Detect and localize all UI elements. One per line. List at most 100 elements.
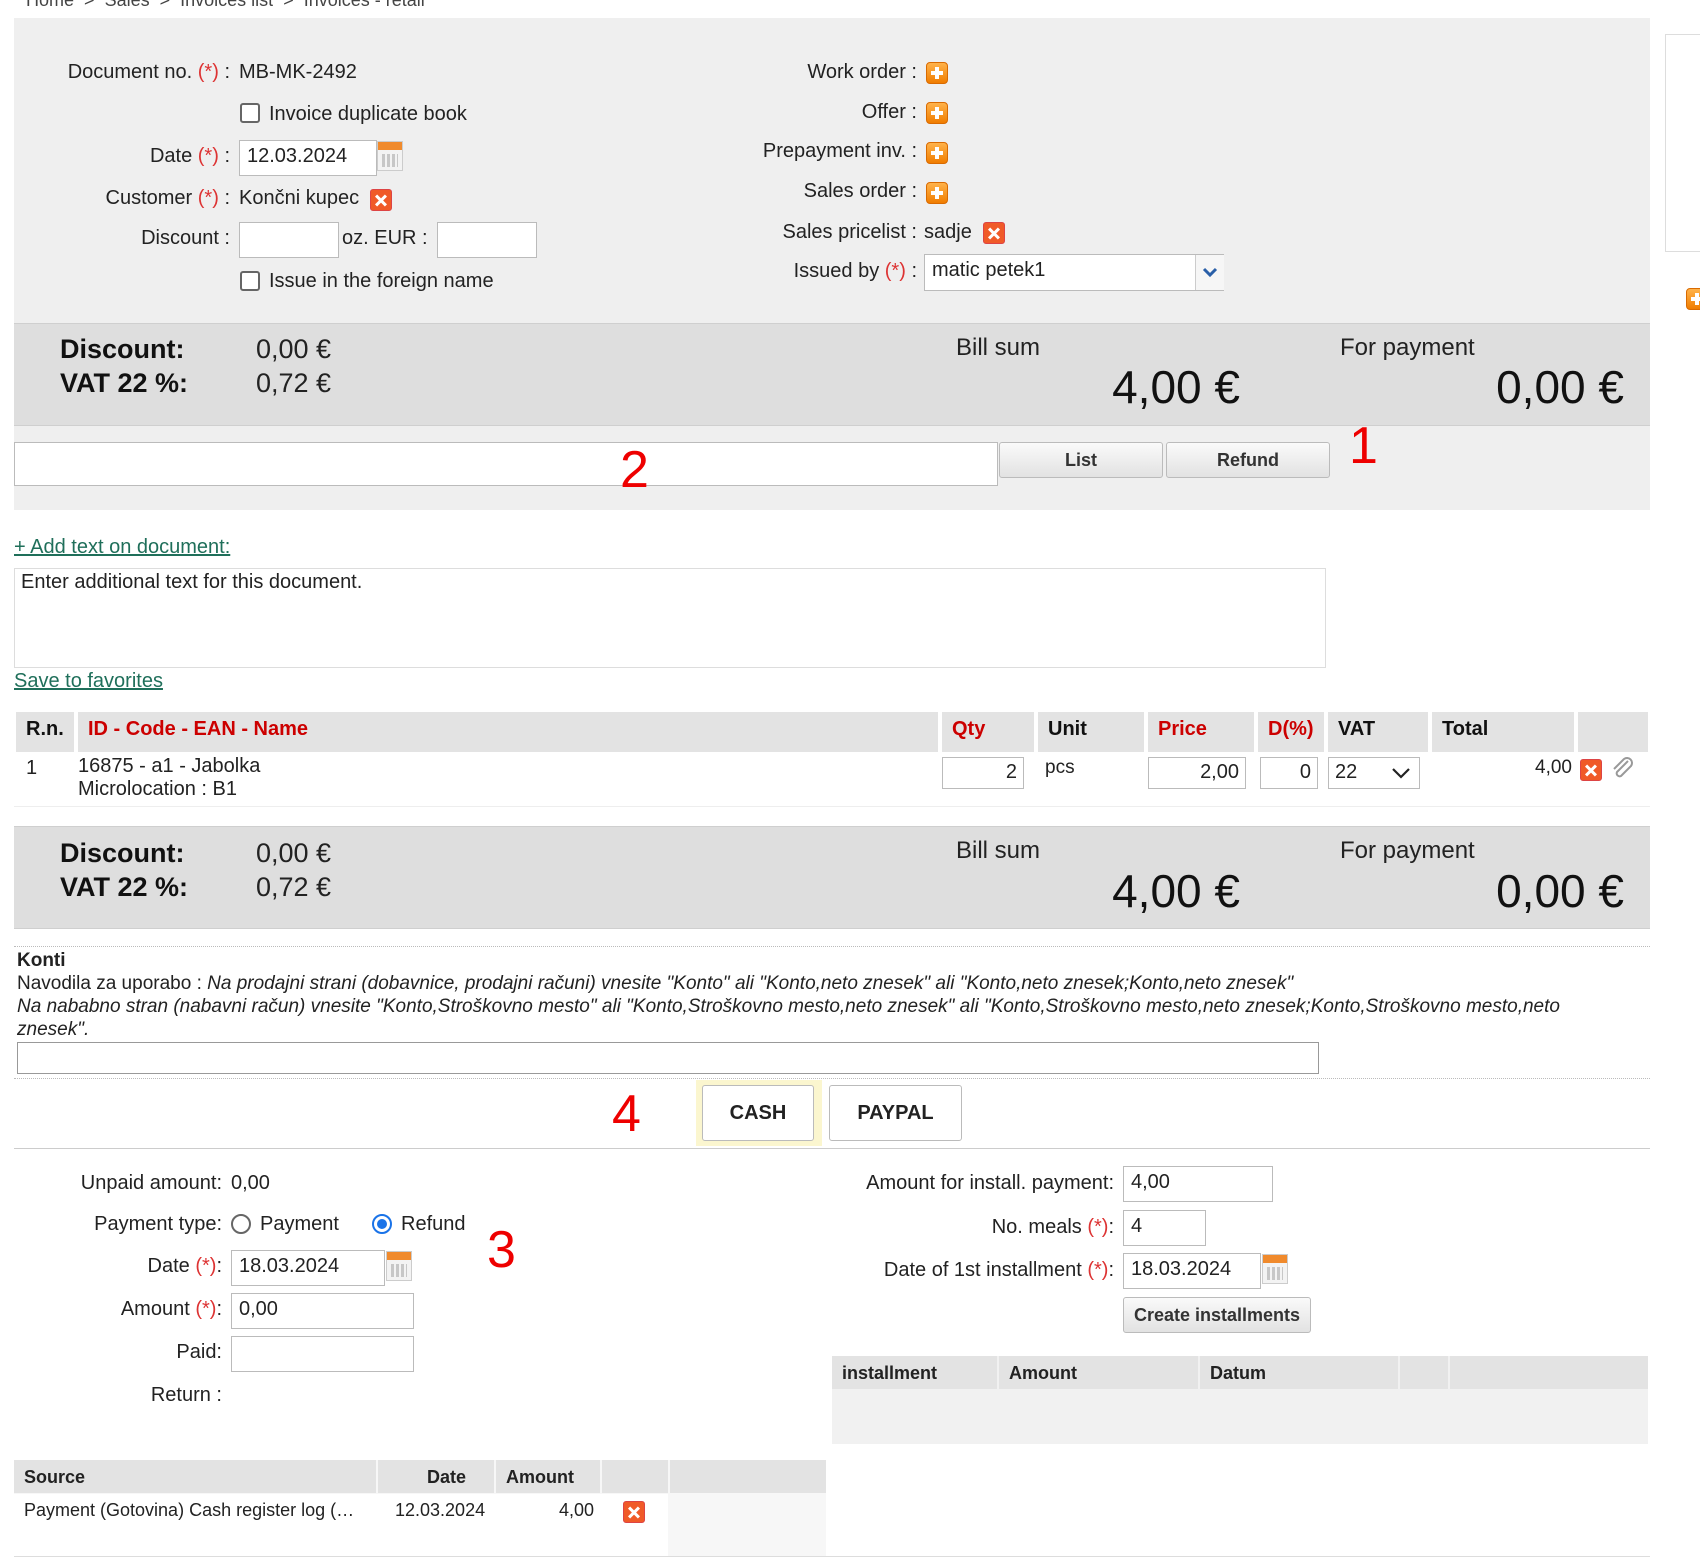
- summary-vat-label: VAT 22 %:: [60, 368, 189, 398]
- row-rn: 1: [26, 757, 38, 779]
- summary-vat-value: 0,72 €: [256, 872, 332, 902]
- breadcrumb-current: Invoices - retail: [303, 0, 425, 10]
- list-button[interactable]: List: [999, 442, 1163, 478]
- add-sales-order-icon[interactable]: [926, 182, 948, 204]
- summary-discount-label: Discount:: [60, 838, 185, 868]
- document-no-label: Document no. (*) :: [67, 61, 230, 83]
- col-rn: R.n.: [16, 712, 74, 752]
- issued-by-select[interactable]: matic petek1: [924, 254, 1224, 291]
- side-add-icon[interactable]: [1686, 288, 1700, 310]
- col-discount[interactable]: D(%): [1258, 712, 1324, 752]
- add-work-order-icon[interactable]: [926, 62, 948, 84]
- discount-eur-input[interactable]: [437, 222, 537, 258]
- for-payment-label: For payment: [1340, 334, 1475, 361]
- remove-customer-icon[interactable]: [370, 189, 392, 211]
- delete-row-icon[interactable]: [1580, 759, 1602, 781]
- col-install-extra: [1400, 1356, 1448, 1389]
- konti-input[interactable]: [17, 1042, 1319, 1074]
- summary-vat-value: 0,72 €: [256, 368, 332, 398]
- document-no-value: MB-MK-2492: [239, 61, 357, 83]
- log-source: Payment (Gotovina) Cash register log (…: [24, 1500, 355, 1520]
- calendar-icon[interactable]: [386, 1251, 412, 1281]
- first-install-date-input[interactable]: 18.03.2024: [1123, 1253, 1261, 1289]
- col-qty[interactable]: Qty: [942, 712, 1034, 752]
- oz-eur-label: oz. EUR :: [342, 227, 428, 249]
- calendar-icon[interactable]: [377, 141, 403, 171]
- payment-type-label: Payment type:: [94, 1213, 222, 1235]
- annotation-4: 4: [612, 1085, 641, 1143]
- breadcrumb: Home > Sales > Invoices list > Invoices …: [26, 0, 425, 11]
- konti-instructions-1: Navodila za uporabo : Na prodajni strani…: [17, 973, 1294, 994]
- breadcrumb-separator: >: [283, 0, 294, 10]
- breadcrumb-invoices-list[interactable]: Invoices list: [180, 0, 273, 10]
- install-amount-label: Amount for install. payment:: [866, 1172, 1114, 1194]
- payment-date-input[interactable]: 18.03.2024: [231, 1250, 385, 1286]
- issued-by-value: matic petek1: [932, 259, 1046, 281]
- col-install-extra: [1450, 1356, 1648, 1389]
- konti-instructions-2: Na nababno stran (nabavni račun) vnesite…: [17, 996, 1560, 1017]
- summary-vat-label: VAT 22 %:: [60, 872, 189, 902]
- duplicate-book-checkbox[interactable]: [240, 103, 260, 123]
- row-name[interactable]: 16875 - a1 - Jabolka: [78, 755, 260, 778]
- row-vat-value: 22: [1335, 761, 1358, 783]
- cash-button[interactable]: CASH: [702, 1085, 814, 1141]
- row-microlocation: Microlocation : B1: [78, 778, 237, 800]
- row-discount-input[interactable]: 0: [1260, 757, 1318, 789]
- breadcrumb-separator: >: [159, 0, 171, 10]
- breadcrumb-home[interactable]: Home: [26, 0, 74, 10]
- add-prepayment-icon[interactable]: [926, 142, 948, 164]
- payment-amount-input[interactable]: 0,00: [231, 1293, 414, 1329]
- add-offer-icon[interactable]: [926, 102, 948, 124]
- first-install-date-label: Date of 1st installment (*):: [883, 1259, 1114, 1281]
- refund-button[interactable]: Refund: [1166, 442, 1330, 478]
- bill-sum-label: Bill sum: [956, 837, 1041, 864]
- summary-discount-value: 0,00 €: [256, 838, 332, 868]
- pricelist-value[interactable]: sadje: [924, 221, 972, 244]
- bill-sum-value: 4,00 €: [1112, 865, 1240, 917]
- foreign-name-checkbox[interactable]: [240, 271, 260, 291]
- refund-radio[interactable]: [372, 1214, 392, 1234]
- col-unit: Unit: [1038, 712, 1144, 752]
- payment-date-label: Date (*):: [147, 1255, 222, 1277]
- add-text-link[interactable]: + Add text on document:: [14, 536, 230, 559]
- breadcrumb-sales[interactable]: Sales: [105, 0, 150, 10]
- discount-percent-input[interactable]: [239, 222, 339, 258]
- annotation-2: 2: [620, 441, 649, 499]
- col-log-date: Date: [378, 1460, 494, 1493]
- konti-instructions-3: znesek".: [17, 1019, 90, 1040]
- offer-label: Offer :: [861, 101, 917, 123]
- row-price-input[interactable]: 2,00: [1148, 757, 1246, 789]
- summary-discount-label: Discount:: [60, 334, 185, 364]
- divider: [14, 1148, 1650, 1149]
- install-amount-input[interactable]: 4,00: [1123, 1166, 1273, 1202]
- attachment-icon[interactable]: [1610, 756, 1636, 782]
- chevron-down-icon[interactable]: [1195, 255, 1224, 290]
- paypal-button[interactable]: PAYPAL: [829, 1085, 962, 1141]
- customer-value[interactable]: Končni kupec: [239, 187, 359, 210]
- remove-pricelist-icon[interactable]: [983, 222, 1005, 244]
- log-amount: 4,00: [558, 1500, 594, 1520]
- save-favorites-link[interactable]: Save to favorites: [14, 670, 163, 693]
- create-installments-button[interactable]: Create installments: [1123, 1297, 1311, 1333]
- col-log-amount: Amount: [496, 1460, 600, 1493]
- date-input[interactable]: 12.03.2024: [239, 140, 377, 176]
- row-vat-select[interactable]: 22: [1328, 757, 1420, 789]
- payment-radio-label: Payment: [260, 1213, 339, 1235]
- row-qty-input[interactable]: 2: [942, 757, 1024, 789]
- customer-label: Customer (*) :: [105, 187, 231, 209]
- additional-text-area[interactable]: Enter additional text for this document.: [14, 568, 1326, 668]
- foreign-name-label: Issue in the foreign name: [269, 270, 494, 292]
- calendar-icon[interactable]: [1262, 1254, 1288, 1284]
- delete-log-icon[interactable]: [623, 1501, 645, 1523]
- paid-label: Paid:: [176, 1341, 222, 1363]
- row-divider: [14, 806, 1650, 807]
- side-panel-edge: [1665, 34, 1700, 252]
- payment-radio[interactable]: [231, 1214, 251, 1234]
- paid-input[interactable]: [231, 1336, 414, 1372]
- summary-discount-value: 0,00 €: [256, 334, 332, 364]
- col-name[interactable]: ID - Code - EAN - Name: [78, 712, 938, 752]
- col-price[interactable]: Price: [1148, 712, 1254, 752]
- divider: [14, 1078, 1650, 1079]
- item-search-input[interactable]: [14, 442, 998, 486]
- meals-input[interactable]: 4: [1123, 1210, 1206, 1246]
